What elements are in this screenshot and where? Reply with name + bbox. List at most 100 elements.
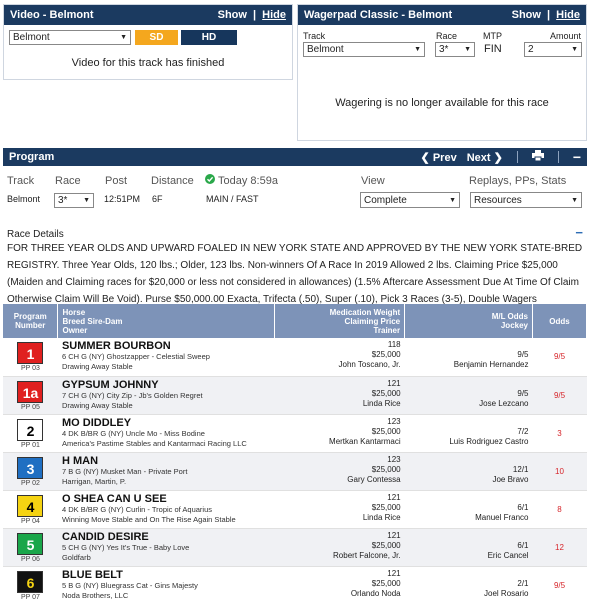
horse-cell: GYPSUM JOHNNY 7 CH G (NY) City Zip - Jb's… [57,376,275,415]
claiming-price: $25,000 [371,350,401,359]
ml-odds-value: 7/2 [517,426,529,436]
wager-race-select-value: 3* [439,44,449,55]
horse-name[interactable]: SUMMER BOURBON [62,340,271,352]
race-details-collapse-icon[interactable]: − [575,225,583,240]
live-odds: 3 [532,414,587,453]
video-panel-title: Video - Belmont [10,9,94,21]
program-race-label: Race [55,175,81,187]
horse-name[interactable]: BLUE BELT [62,569,271,581]
wager-track-select-value: Belmont [307,44,344,55]
wagerpad-show-link[interactable]: Show [512,9,541,21]
wagerpad-panel-title: Wagerpad Classic - Belmont [304,9,453,21]
horse-cell: SUMMER BOURBON 6 CH G (NY) Ghostzapper - … [57,338,275,377]
weight-value: 123 [387,454,401,464]
live-odds: 8 [532,490,587,529]
table-row[interactable]: 2 PP 01 MO DIDDLEY 4 DK B/BR G (NY) Uncle M… [3,414,587,453]
breed-sire-dam: 7 CH G (NY) City Zip - Jb's Golden Regre… [61,390,203,400]
chevron-down-icon: ▼ [83,197,90,204]
breed-sire-dam: 6 CH G (NY) Ghostzapper - Celestial Swee… [61,352,210,361]
video-hide-link[interactable]: Hide [262,9,286,21]
chevron-down-icon: ▼ [571,196,578,204]
horse-name[interactable]: H MAN [62,455,271,467]
wagerpad-hide-link[interactable]: Hide [556,9,580,21]
program-number-cell: 3 PP 02 [3,452,58,491]
print-icon[interactable] [531,150,544,164]
prev-label: Prev [432,151,457,164]
horse-name[interactable]: GYPSUM JOHNNY [62,379,271,391]
medication-cell: 121 $25,000 Linda Rice [274,376,405,415]
wager-track-select[interactable]: Belmont ▼ [303,42,425,57]
check-circle-icon [205,174,215,187]
wagerpad-panel-links: Show | Hide [512,9,580,21]
wager-status-text: Wagering is no longer available for this… [335,97,549,109]
collapse-icon[interactable]: − [573,149,581,165]
trainer-name: Linda Rice [362,398,401,408]
jockey-name: Benjamin Hernandez [453,360,529,369]
horse-cell: MO DIDDLEY 4 DK B/BR G (NY) Uncle Mo - Mi… [57,414,275,453]
owner-name: Drawing Away Stable [61,400,133,410]
horse-cell: BLUE BELT 5 B G (NY) Bluegrass Cat - Gins… [57,566,275,603]
program-race-select-value: 3* [58,195,68,206]
claiming-price: $25,000 [371,540,401,550]
horse-name[interactable]: O SHEA CAN U SEE [62,493,271,505]
medication-cell: 123 $25,000 Mertkan Kantarmaci [274,414,405,453]
entries-table-body: 1 PP 03 SUMMER BOURBON 6 CH G (NY) Ghostzap… [3,338,587,603]
table-row[interactable]: 6 PP 07 BLUE BELT 5 B G (NY) Bluegrass Cat … [3,566,587,603]
race-details-line: REGISTRY. Three Year Olds, 120 lbs.; Old… [7,260,558,271]
race-details-text: FOR THREE YEAR OLDS AND UPWARD FOALED IN… [7,240,585,308]
prev-button[interactable]: ❮ Prev [421,151,457,164]
chevron-left-icon: ❮ [420,151,433,164]
table-row[interactable]: 1a PP 05 GYPSUM JOHNNY 7 CH G (NY) City Zip… [3,376,587,415]
table-row[interactable]: 4 PP 04 O SHEA CAN U SEE 4 DK B/BR G (NY) C… [3,490,587,529]
col-program-number: Program Number [3,304,59,338]
view-select[interactable]: Complete ▼ [360,192,460,208]
wager-mtp-value: FIN [484,43,502,55]
wager-mtp-label: MTP [483,31,502,41]
col-ml-label: M/L Odds [491,312,528,321]
ml-odds-cell: 7/2 Luis Rodriguez Castro [404,414,533,453]
video-track-select[interactable]: Belmont ▼ [9,30,131,45]
next-button[interactable]: Next ❯ [467,151,503,164]
video-panel: Video - Belmont Show | Hide Belmont ▼ SD… [3,4,293,80]
weight-value: 118 [387,340,401,349]
program-race-select[interactable]: 3* ▼ [54,193,94,208]
sd-button[interactable]: SD [135,30,178,45]
resources-select[interactable]: Resources ▼ [470,192,582,208]
saddle-cloth-number: 2 [17,418,44,441]
program-distance-label: Distance [151,175,194,187]
weight-value: 121 [387,378,401,388]
horse-name[interactable]: MO DIDDLEY [62,417,271,429]
video-show-link[interactable]: Show [218,9,247,21]
owner-name: Goldfarb [61,552,91,562]
live-odds: 9/5 [532,376,587,415]
program-track-label: Track [7,175,35,187]
program-post-label: Post [105,175,128,187]
race-details-line: (Maiden and Claiming races for $20,000 o… [7,277,579,288]
wagerpad-panel-header: Wagerpad Classic - Belmont Show | Hide [298,5,586,25]
wager-track-label: Track [303,31,326,41]
claiming-price: $25,000 [371,578,401,588]
table-row[interactable]: 1 PP 03 SUMMER BOURBON 6 CH G (NY) Ghostzap… [3,338,587,377]
view-select-value: Complete [364,194,407,206]
table-row[interactable]: 3 PP 02 H MAN 7 B G (NY) Musket Man - Priva… [3,452,587,491]
hd-button[interactable]: HD [181,30,237,45]
program-number-cell: 5 PP 06 [3,528,58,567]
video-links-separator: | [253,9,257,21]
breed-sire-dam: 5 CH G (NY) Yes It's True - Baby Love [61,542,190,552]
wager-amount-select[interactable]: 2 ▼ [524,42,582,57]
program-post-value: 12:51PM [104,194,141,204]
next-label: Next [466,151,491,164]
post-position: PP 01 [21,441,40,449]
entries-table: Program Number Horse Breed Sire-Dam Owne… [3,304,587,603]
horse-name[interactable]: CANDID DESIRE [62,531,271,543]
table-row[interactable]: 5 PP 06 CANDID DESIRE 5 CH G (NY) Yes It's … [3,528,587,567]
owner-name: Harrigan, Martin, P. [61,476,127,486]
program-nav: ❮ Prev Next ❯ − [421,149,581,165]
chevron-down-icon: ▼ [120,34,127,41]
weight-value: 123 [387,416,401,426]
ml-odds-cell: 12/1 Joe Bravo [404,452,533,491]
post-position: PP 03 [21,365,40,372]
weight-value: 121 [387,568,401,578]
saddle-cloth-number: 3 [17,456,44,479]
wager-race-select[interactable]: 3* ▼ [435,42,475,57]
